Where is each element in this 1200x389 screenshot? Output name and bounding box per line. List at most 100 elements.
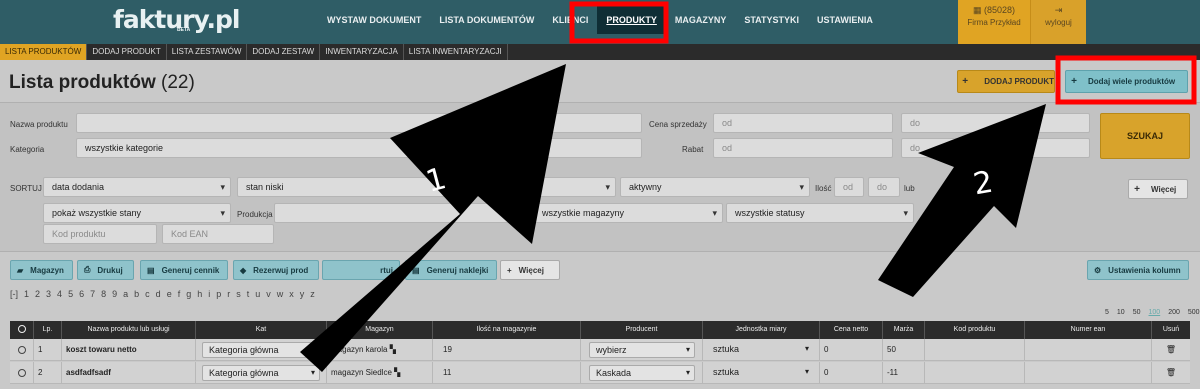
- table-row[interactable]: 2 asdfadfsadf Kategoria główna magazyn S…: [10, 362, 1190, 384]
- col-warehouse[interactable]: Magazyn: [327, 321, 433, 339]
- letter-filter-item[interactable]: v: [266, 289, 271, 299]
- letter-filter-item[interactable]: 9: [112, 289, 117, 299]
- letter-filter-item[interactable]: z: [310, 289, 315, 299]
- subnav-product-list[interactable]: LISTA PRODUKTÓW: [0, 44, 88, 60]
- nav-clients[interactable]: KLIENCI: [543, 0, 597, 40]
- letter-filter-item[interactable]: r: [227, 289, 230, 299]
- stock-select[interactable]: stan niski: [237, 177, 616, 197]
- labels-button[interactable]: ▤ Generuj naklejki: [405, 260, 497, 280]
- row-category-select[interactable]: Kategoria główna: [202, 365, 320, 381]
- trash-icon[interactable]: 🗑: [1152, 362, 1190, 384]
- select-all-radio[interactable]: [17, 325, 26, 334]
- export-button[interactable]: rtuj: [322, 260, 400, 280]
- category-input[interactable]: wszystkie kategorie: [76, 138, 642, 158]
- letter-filter-item[interactable]: t: [247, 289, 250, 299]
- letter-filter-item[interactable]: e: [167, 289, 172, 299]
- price-list-button[interactable]: ▤ Generuj cennik: [140, 260, 228, 280]
- col-quantity[interactable]: Ilość na magazynie: [433, 321, 581, 339]
- status-select[interactable]: aktywny: [620, 177, 810, 197]
- subnav-inventory[interactable]: INWENTARYZACJA: [320, 44, 404, 60]
- page-size-option[interactable]: 200: [1168, 309, 1180, 316]
- subnav-add-product[interactable]: DODAJ PRODUKT: [87, 44, 167, 60]
- col-code[interactable]: Kod produktu: [925, 321, 1025, 339]
- discount-from-input[interactable]: od: [713, 138, 893, 158]
- col-unit[interactable]: Jednostka miary: [703, 321, 820, 339]
- letter-filter-item[interactable]: p: [216, 289, 221, 299]
- nav-document-list[interactable]: LISTA DOKUMENTÓW: [430, 0, 543, 40]
- column-settings-button[interactable]: ⚙ Ustawienia kolumn: [1087, 260, 1189, 280]
- calendar-icon[interactable]: ▦: [511, 208, 520, 219]
- nav-statistics[interactable]: STATYSTYKI: [735, 0, 808, 40]
- quantity-to-input[interactable]: do: [868, 177, 900, 197]
- row-producer-select[interactable]: wybierz: [589, 342, 695, 358]
- account-box[interactable]: ▦ (85028) Firma Przykład: [958, 0, 1030, 44]
- subnav-set-list[interactable]: LISTA ZESTAWÓW: [167, 44, 248, 60]
- page-size-option[interactable]: 10: [1117, 309, 1125, 316]
- col-margin[interactable]: Marża: [883, 321, 925, 339]
- col-price[interactable]: Cena netto: [820, 321, 883, 339]
- sort-select[interactable]: data dodania: [43, 177, 231, 197]
- page-size-option[interactable]: 50: [1133, 309, 1141, 316]
- col-category[interactable]: Kat: [196, 321, 327, 339]
- subnav-inventory-list[interactable]: LISTA INWENTARYZACJI: [404, 44, 508, 60]
- letter-filter-item[interactable]: b: [134, 289, 139, 299]
- quantity-from-input[interactable]: od: [834, 177, 864, 197]
- letter-filter-item[interactable]: a: [123, 289, 128, 299]
- nav-settings[interactable]: USTAWIENIA: [808, 0, 882, 40]
- letter-filter-item[interactable]: g: [186, 289, 191, 299]
- row-radio[interactable]: [17, 345, 26, 354]
- more-filters-button[interactable]: + Więcej: [1128, 179, 1188, 199]
- letter-filter-item[interactable]: 7: [90, 289, 95, 299]
- letter-filter-item[interactable]: 1: [24, 289, 29, 299]
- page-size-option[interactable]: 500: [1188, 309, 1200, 316]
- letter-filter-item[interactable]: 2: [35, 289, 40, 299]
- subnav-add-set[interactable]: DODAJ ZESTAW: [247, 44, 321, 60]
- letter-filter-item[interactable]: s: [236, 289, 241, 299]
- table-row[interactable]: 1 koszt towaru netto Kategoria główna ma…: [10, 339, 1190, 361]
- letter-filter-item[interactable]: y: [300, 289, 305, 299]
- row-producer-select[interactable]: Kaskada: [589, 365, 695, 381]
- add-product-button[interactable]: + DODAJ PRODUKT: [957, 70, 1055, 93]
- letter-filter-item[interactable]: h: [197, 289, 202, 299]
- page-size-option[interactable]: 5: [1105, 309, 1109, 316]
- more-actions-button[interactable]: + Więcej: [500, 260, 560, 280]
- letter-filter-item[interactable]: w: [277, 289, 284, 299]
- warehouse-button[interactable]: ▰ Magazyn: [10, 260, 73, 280]
- warehouses-select[interactable]: wszystkie magazyny: [533, 203, 723, 223]
- stock-states-select[interactable]: pokaż wszystkie stany: [43, 203, 231, 223]
- col-producer[interactable]: Producent: [581, 321, 703, 339]
- letter-filter-item[interactable]: [-]: [10, 289, 18, 299]
- reserve-button[interactable]: ◆ Rezerwuj prod: [233, 260, 319, 280]
- warehouse-detail-icon[interactable]: ▚: [394, 368, 400, 377]
- row-radio[interactable]: [17, 368, 26, 377]
- letter-filter-item[interactable]: 4: [57, 289, 62, 299]
- row-category-select[interactable]: Kategoria główna: [202, 342, 320, 358]
- letter-filter-item[interactable]: 6: [79, 289, 84, 299]
- trash-icon[interactable]: 🗑: [1152, 339, 1190, 361]
- warehouse-detail-icon[interactable]: ▚: [390, 345, 396, 354]
- row-unit-select[interactable]: sztuka: [707, 342, 813, 358]
- letter-filter-item[interactable]: x: [289, 289, 294, 299]
- row-select[interactable]: [10, 339, 34, 361]
- price-from-input[interactable]: od: [713, 113, 893, 133]
- row-name[interactable]: koszt towaru netto: [62, 339, 196, 361]
- letter-filter-item[interactable]: i: [208, 289, 210, 299]
- price-to-input[interactable]: do: [901, 113, 1090, 133]
- search-button[interactable]: SZUKAJ: [1100, 113, 1190, 159]
- letter-filter-item[interactable]: u: [255, 289, 260, 299]
- letter-filter-item[interactable]: c: [145, 289, 150, 299]
- letter-filter-item[interactable]: 3: [46, 289, 51, 299]
- col-ean[interactable]: Numer ean: [1025, 321, 1152, 339]
- row-select[interactable]: [10, 362, 34, 384]
- logout-button[interactable]: ⇥ wyloguj: [1030, 0, 1086, 44]
- nav-products[interactable]: PRODUKTY: [597, 6, 666, 34]
- select-all-header[interactable]: [10, 321, 34, 339]
- print-button[interactable]: ⎙ Drukuj: [77, 260, 134, 280]
- nav-warehouses[interactable]: MAGAZYNY: [666, 0, 736, 40]
- letter-filter-item[interactable]: d: [156, 289, 161, 299]
- discount-to-input[interactable]: do: [901, 138, 1090, 158]
- product-code-input[interactable]: Kod produktu: [43, 224, 157, 244]
- row-unit-select[interactable]: sztuka: [707, 365, 813, 381]
- production-date-input[interactable]: [274, 203, 526, 223]
- row-name[interactable]: asdfadfsadf: [62, 362, 196, 384]
